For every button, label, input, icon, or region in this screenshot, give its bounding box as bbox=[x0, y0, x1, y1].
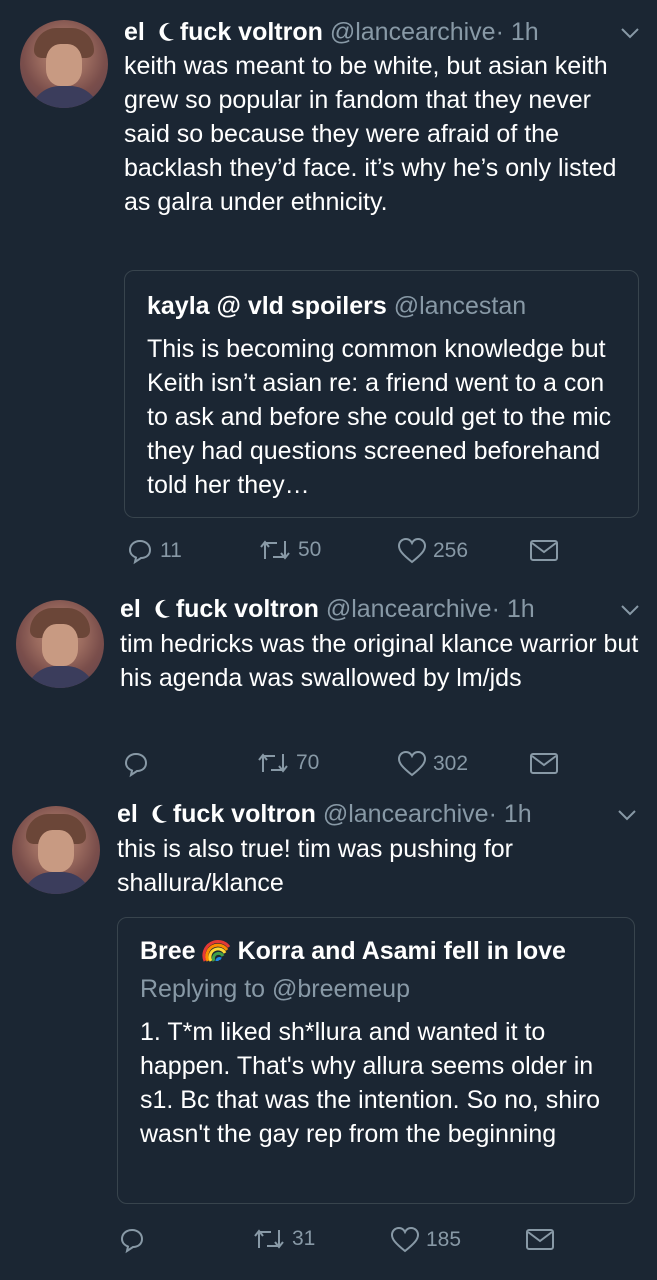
handle[interactable]: @lancearchive bbox=[323, 800, 489, 828]
tweet-actions: 70 302 bbox=[0, 750, 657, 780]
display-name[interactable]: el bbox=[120, 595, 141, 623]
retweet-count: 70 bbox=[296, 751, 320, 774]
display-name-suffix[interactable]: fuck voltron bbox=[176, 595, 319, 623]
tweet-actions: 31 185 bbox=[0, 1226, 657, 1256]
like-count: 256 bbox=[433, 539, 469, 562]
tweet-text: tim hedricks was the original klance war… bbox=[120, 630, 639, 692]
tweet-actions: 11 50 256 bbox=[0, 537, 657, 567]
avatar[interactable] bbox=[16, 600, 104, 688]
like-button[interactable]: 256 bbox=[397, 537, 468, 565]
quote-display-name-suffix: Korra and Asami fell in love bbox=[237, 937, 566, 965]
dm-button[interactable] bbox=[529, 750, 559, 776]
tweet-text: this is also true! tim was pushing for s… bbox=[117, 835, 513, 897]
rainbow-icon bbox=[201, 940, 230, 962]
like-button[interactable]: 302 bbox=[397, 750, 468, 778]
quote-handle: @lancestan bbox=[393, 292, 527, 320]
reply-button[interactable] bbox=[118, 1226, 152, 1254]
retweet-button[interactable]: 31 bbox=[252, 1226, 315, 1252]
quote-header: Bree Korra and Asami fell in love bbox=[140, 936, 566, 966]
chevron-down-icon[interactable] bbox=[620, 603, 640, 617]
reply-button[interactable]: 11 bbox=[126, 537, 182, 565]
like-button[interactable]: 185 bbox=[390, 1226, 461, 1254]
heart-icon bbox=[397, 750, 427, 777]
reply-button[interactable] bbox=[122, 750, 156, 778]
retweet-count: 50 bbox=[298, 538, 322, 561]
like-count: 185 bbox=[426, 1228, 462, 1251]
tweet-header: el fuck voltron @lancearchive· 1h bbox=[117, 799, 532, 829]
display-name[interactable]: el bbox=[117, 800, 138, 828]
quote-display-name: kayla @ vld spoilers bbox=[147, 292, 387, 320]
reply-icon bbox=[120, 1228, 144, 1254]
display-name[interactable]: el bbox=[124, 18, 145, 46]
timestamp[interactable]: · 1h bbox=[489, 800, 532, 828]
crescent-moon-icon bbox=[155, 599, 170, 618]
chevron-down-icon[interactable] bbox=[617, 808, 637, 822]
timestamp[interactable]: · 1h bbox=[496, 18, 539, 46]
retweet-button[interactable]: 50 bbox=[258, 537, 321, 563]
dm-button[interactable] bbox=[525, 1226, 555, 1252]
quoted-tweet[interactable]: kayla @ vld spoilers @lancestan This is … bbox=[124, 270, 639, 518]
quote-text: 1. T*m liked sh*llura and wanted it to h… bbox=[140, 1018, 600, 1148]
timestamp[interactable]: · 1h bbox=[492, 595, 535, 623]
reply-icon bbox=[124, 752, 148, 778]
retweet-icon bbox=[260, 540, 290, 560]
quote-header: kayla @ vld spoilers @lancestan bbox=[147, 291, 526, 321]
reply-icon bbox=[128, 539, 152, 565]
heart-icon bbox=[397, 537, 427, 564]
retweet-icon bbox=[254, 1229, 284, 1249]
dm-button[interactable] bbox=[529, 537, 559, 563]
envelope-icon bbox=[526, 1229, 554, 1250]
like-count: 302 bbox=[433, 752, 469, 775]
quote-display-name: Bree bbox=[140, 937, 196, 965]
quoted-tweet[interactable]: Bree Korra and Asami fell in love Replyi… bbox=[117, 917, 635, 1204]
tweet-text: keith was meant to be white, but asian k… bbox=[124, 52, 617, 216]
retweet-count: 31 bbox=[292, 1227, 316, 1250]
crescent-moon-icon bbox=[152, 804, 167, 823]
chevron-down-icon[interactable] bbox=[620, 26, 640, 40]
heart-icon bbox=[390, 1226, 420, 1253]
crescent-moon-icon bbox=[159, 22, 174, 41]
avatar[interactable] bbox=[12, 806, 100, 894]
tweet-header: el fuck voltron @lancearchive· 1h bbox=[124, 17, 539, 47]
quote-text: This is becoming common knowledge but Ke… bbox=[147, 335, 612, 499]
envelope-icon bbox=[530, 540, 558, 561]
handle[interactable]: @lancearchive bbox=[330, 18, 496, 46]
tweet-header: el fuck voltron @lancearchive· 1h bbox=[120, 594, 535, 624]
envelope-icon bbox=[530, 753, 558, 774]
display-name-suffix[interactable]: fuck voltron bbox=[173, 800, 316, 828]
retweet-button[interactable]: 70 bbox=[256, 750, 319, 776]
replying-to: Replying to @breemeup bbox=[140, 975, 410, 1003]
retweet-icon bbox=[258, 753, 288, 773]
reply-count: 11 bbox=[160, 539, 182, 562]
display-name-suffix[interactable]: fuck voltron bbox=[180, 18, 323, 46]
handle[interactable]: @lancearchive bbox=[326, 595, 492, 623]
avatar[interactable] bbox=[20, 20, 108, 108]
